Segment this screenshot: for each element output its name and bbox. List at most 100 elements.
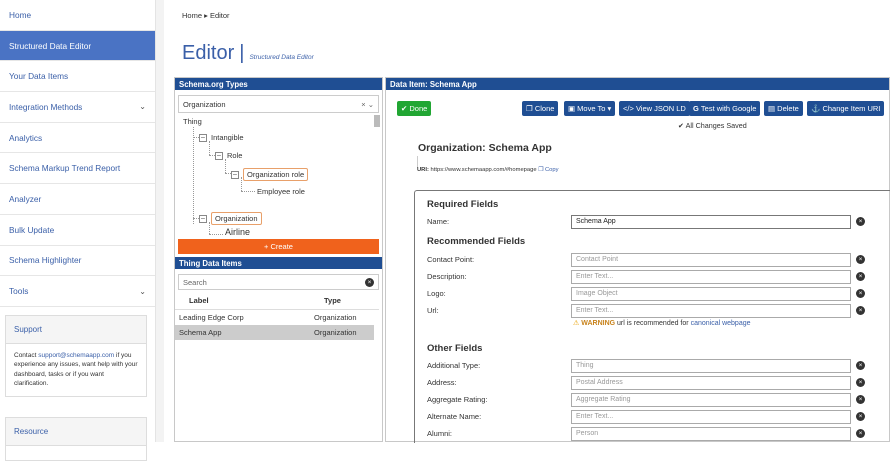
alternate-name-input[interactable]: Enter Text... — [571, 409, 851, 424]
field-row-alternate-name: Alternate Name: Enter Text... × — [427, 409, 887, 424]
delete-button[interactable]: ▤ Delete — [764, 101, 803, 116]
field-row-url: Url: Enter Text... × — [427, 303, 887, 318]
table-row[interactable]: Leading Edge Corp Organization — [175, 310, 374, 325]
remove-field-icon[interactable]: × — [856, 429, 865, 438]
collapse-icon[interactable]: – — [199, 214, 207, 223]
field-row-description: Description: Enter Text... × — [427, 269, 887, 284]
field-row-contact-point: Contact Point: Contact Point × — [427, 252, 887, 267]
breadcrumb[interactable]: Home ▸ Editor — [182, 11, 230, 20]
copy-link[interactable]: ❐ Copy — [538, 167, 558, 173]
canonical-webpage-link[interactable]: canonical webpage — [691, 320, 751, 327]
support-text: Contact support@schemaapp.com if you exp… — [6, 343, 146, 396]
required-fields-title: Required Fields — [427, 199, 499, 210]
url-input[interactable]: Enter Text... — [571, 303, 851, 318]
caret-down-icon: ▾ — [605, 104, 612, 113]
save-status: ✔ All Changes Saved — [678, 121, 747, 130]
remove-field-icon[interactable]: × — [856, 361, 865, 370]
sidebar-item-structured-data-editor[interactable]: Structured Data Editor — [0, 30, 155, 62]
field-row-name: Name: Schema App × — [427, 214, 887, 229]
additional-type-input[interactable]: Thing — [571, 358, 851, 373]
sidebar-item-home[interactable]: Home — [0, 0, 155, 31]
sidebar-item-tools[interactable]: Tools ⌄ — [0, 276, 155, 307]
data-item-panel: Data Item: Schema App ✔ Done ❐ Clone ▣ M… — [385, 77, 890, 443]
briefcase-icon: ▣ — [568, 104, 578, 113]
field-row-alumni: Alumni: Person × — [427, 426, 887, 441]
alumni-input[interactable]: Person — [571, 426, 851, 441]
test-with-google-button[interactable]: G Test with Google — [689, 101, 761, 116]
tree-node-thing[interactable]: Thing — [183, 117, 202, 126]
field-row-aggregate-rating: Aggregate Rating: Aggregate Rating × — [427, 392, 887, 407]
resource-box: Resource — [5, 416, 147, 461]
anchor-icon: ⚓ — [811, 104, 823, 113]
sidebar-item-your-data-items[interactable]: Your Data Items — [0, 61, 155, 93]
support-box: Support Contact support@schemaapp.com if… — [5, 314, 147, 397]
main-content: Home ▸ Editor Editor | Structured Data Edi… — [164, 0, 890, 443]
clear-search-icon[interactable]: × — [365, 277, 374, 287]
clone-button[interactable]: ❐ Clone — [522, 101, 559, 116]
other-fields-title: Other Fields — [427, 343, 483, 354]
sidebar-item-trend-report[interactable]: Schema Markup Trend Report — [0, 153, 155, 185]
sidebar-scrollbar[interactable] — [156, 0, 164, 442]
support-email-link[interactable]: support@schemaapp.com — [38, 352, 114, 359]
remove-field-icon[interactable]: × — [856, 378, 865, 387]
tree-scrollbar[interactable] — [374, 115, 380, 127]
sidebar-item-bulk-update[interactable]: Bulk Update — [0, 215, 155, 246]
tree-node-role[interactable]: – Role — [215, 151, 242, 160]
tree-node-organization[interactable]: – Organization — [199, 212, 262, 225]
name-input[interactable]: Schema App — [571, 214, 851, 229]
clear-chevron-icon[interactable]: × ⌄ — [361, 100, 374, 109]
remove-field-icon[interactable]: × — [856, 306, 865, 315]
check-icon: ✔ — [678, 121, 686, 130]
remove-field-icon[interactable]: × — [856, 395, 865, 404]
chevron-down-icon: ⌄ — [139, 102, 146, 112]
type-tree: Thing – Intangible – Role – Organization ro… — [175, 113, 382, 235]
move-to-button[interactable]: ▣ Move To ▾ — [564, 101, 616, 116]
field-row-additional-type: Additional Type: Thing × — [427, 358, 887, 373]
item-uri: URI: https://www.schemaapp.com/#homepage… — [417, 167, 559, 173]
page-title: Editor | Structured Data Editor — [182, 42, 314, 64]
collapse-icon[interactable]: – — [231, 170, 239, 179]
sidebar-item-schema-highlighter[interactable]: Schema Highlighter — [0, 246, 155, 277]
remove-field-icon[interactable]: × — [856, 217, 865, 226]
field-row-address: Address: Postal Address × — [427, 375, 887, 390]
tree-node-organization-role[interactable]: – Organization role — [231, 168, 309, 181]
description-input[interactable]: Enter Text... — [571, 269, 851, 284]
collapse-icon[interactable]: – — [215, 151, 223, 160]
recommended-fields-title: Recommended Fields — [427, 236, 526, 247]
url-warning: ⚠ WARNING url is recommended for canonic… — [573, 320, 751, 327]
support-title: Support — [6, 316, 146, 344]
sidebar: Home Structured Data Editor Your Data It… — [0, 0, 156, 461]
create-button[interactable]: + Create — [178, 239, 379, 254]
aggregate-rating-input[interactable]: Aggregate Rating — [571, 392, 851, 407]
tree-node-intangible[interactable]: – Intangible — [199, 133, 244, 142]
done-button[interactable]: ✔ Done — [397, 101, 432, 116]
remove-field-icon[interactable]: × — [856, 289, 865, 298]
chevron-down-icon: ⌄ — [139, 286, 146, 296]
remove-field-icon[interactable]: × — [856, 272, 865, 281]
clone-icon: ❐ — [526, 104, 535, 113]
schema-types-header: Schema.org Types — [175, 78, 382, 90]
sidebar-item-analytics[interactable]: Analytics — [0, 123, 155, 154]
view-json-ld-button[interactable]: </> View JSON LD — [619, 101, 690, 116]
copy-icon: ❐ — [538, 167, 545, 173]
tree-node-employee-role[interactable]: Employee role — [257, 187, 305, 196]
warning-icon: ⚠ — [573, 320, 582, 327]
change-item-uri-button[interactable]: ⚓ Change Item URI — [807, 101, 885, 116]
code-icon: </> — [623, 104, 636, 113]
remove-field-icon[interactable]: × — [856, 412, 865, 421]
sidebar-item-integration-methods[interactable]: Integration Methods ⌄ — [0, 92, 155, 123]
collapse-icon[interactable]: – — [199, 133, 207, 142]
remove-field-icon[interactable]: × — [856, 255, 865, 264]
sidebar-item-analyzer[interactable]: Analyzer — [0, 184, 155, 215]
address-input[interactable]: Postal Address — [571, 375, 851, 390]
contact-point-input[interactable]: Contact Point — [571, 252, 851, 267]
field-row-logo: Logo: Image Object × — [427, 286, 887, 301]
logo-input[interactable]: Image Object — [571, 286, 851, 301]
fields-form: Required Fields Name: Schema App × Recom… — [414, 190, 890, 443]
thing-data-items-header: Thing Data Items — [175, 257, 382, 269]
item-title: Organization: Schema App — [418, 142, 552, 154]
type-select[interactable]: Organization × ⌄ — [178, 95, 379, 113]
search-input[interactable]: Search × — [178, 274, 379, 290]
check-icon: ✔ — [401, 104, 410, 113]
table-row[interactable]: Schema App Organization — [175, 325, 374, 340]
